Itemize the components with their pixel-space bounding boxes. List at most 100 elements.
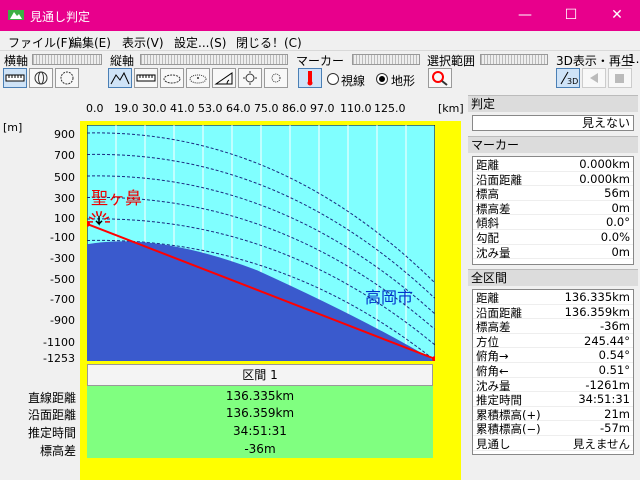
terrain-profile-button[interactable] — [108, 68, 132, 88]
mountain-icon — [110, 71, 130, 85]
sun-alt-button[interactable] — [264, 68, 288, 88]
marker-info-key: 標高 — [476, 187, 499, 202]
selection-range-button[interactable] — [428, 68, 452, 88]
all-info-value: 34:51:31 — [578, 392, 630, 407]
close-button[interactable]: ✕ — [594, 0, 640, 31]
terrain-radio[interactable] — [376, 73, 388, 85]
x-tick-label: 64.0 — [226, 102, 251, 115]
cloud-button[interactable] — [160, 68, 184, 88]
y-tick-label: -300 — [50, 252, 75, 265]
marker-slider[interactable] — [352, 54, 420, 65]
slope-button[interactable] — [212, 68, 236, 88]
all-info-value: -57m — [600, 421, 630, 436]
marker-info-row: 勾配 0.0% — [473, 230, 633, 245]
marker-info-row: 標高 56m — [473, 186, 633, 201]
marker-button[interactable] — [298, 68, 322, 88]
all-info-row: 累積標高(−) -57m — [473, 421, 633, 436]
title-bar: 見通し判定 — ☐ ✕ — [0, 0, 640, 31]
all-info-value: -1261m — [585, 377, 630, 392]
all-info-key: 沈み量 — [476, 378, 511, 393]
menu-bar: ファイル(F) 編集(E) 表示(V) 設定...(S) 閉じる！(C) — [0, 31, 640, 51]
menu-edit[interactable]: 編集(E) — [70, 34, 111, 51]
sun-dotted-icon — [271, 73, 281, 83]
start-location-label: 聖ヶ鼻 — [91, 189, 142, 209]
ruler-icon — [5, 74, 25, 82]
horizontal-axis-slider[interactable] — [32, 54, 102, 65]
minimize-button[interactable]: — — [502, 0, 548, 31]
marker-header: マーカー — [468, 136, 638, 153]
marker-info-row: 沿面距離 0.000km — [473, 172, 633, 187]
y-tick-label: 500 — [54, 171, 75, 184]
selection-range-label: 選択範囲 — [427, 54, 476, 68]
y-tick-label: 300 — [54, 192, 75, 205]
vertical-axis-slider[interactable] — [140, 54, 288, 65]
marker-info-value: 0.000km — [579, 171, 630, 186]
globe-dotted-icon — [60, 71, 74, 85]
all-info-key: 累積標高(+) — [476, 407, 541, 422]
x-tick-label: 110.0 — [340, 102, 372, 115]
all-info-row: 推定時間 34:51:31 — [473, 392, 633, 407]
play-back-button[interactable] — [582, 68, 606, 88]
menu-file[interactable]: ファイル(F) — [8, 34, 72, 51]
all-info-key: 沿面距離 — [476, 305, 522, 320]
all-info-value: 136.359km — [564, 304, 630, 319]
sun-button[interactable] — [238, 68, 262, 88]
all-info-value: 見えません — [572, 436, 630, 451]
result-value-estimated-time: 34:51:31 — [233, 424, 287, 438]
terrain-radio-label: 地形 — [391, 74, 416, 88]
globe-alt-button[interactable] — [55, 68, 79, 88]
judgement-header: 判定 — [468, 95, 638, 112]
menu-view[interactable]: 表示(V) — [122, 34, 164, 51]
all-info-value: 0.51° — [598, 362, 630, 377]
all-info-value: 0.54° — [598, 348, 630, 363]
cloud-icon — [163, 74, 181, 84]
magnifier-icon — [432, 71, 448, 86]
x-tick-label: 97.0 — [310, 102, 335, 115]
marker-info-box: 距離 0.000km 沿面距離 0.000km 標高 56m 標高差 0m 傾斜 0.0° 勾配 0.… — [472, 156, 634, 265]
app-icon — [8, 10, 24, 20]
all-info-key: 俯角→ — [476, 349, 509, 364]
result-label-estimated-time: 推定時間 — [27, 426, 76, 440]
view3d-button[interactable]: 3D — [556, 68, 580, 88]
ruler-h-button[interactable] — [3, 68, 27, 88]
sightline-radio[interactable] — [327, 73, 339, 85]
slope-icon — [214, 72, 233, 85]
all-info-row: 沈み量 -1261m — [473, 378, 633, 393]
maximize-button[interactable]: ☐ — [548, 0, 594, 31]
all-info-row: 見通し 見えません — [473, 436, 633, 451]
menu-settings[interactable]: 設定...(S) — [174, 34, 226, 51]
all-info-row: 累積標高(+) 21m — [473, 407, 633, 422]
x-tick-label: 86.0 — [282, 102, 307, 115]
x-tick-label: 0.0 — [86, 102, 104, 115]
cloud-alt-button[interactable] — [186, 68, 210, 88]
menu-close[interactable]: 閉じる！(C) — [236, 34, 302, 51]
marker-info-row: 距離 0.000km — [473, 157, 633, 172]
y-tick-label: -1253 — [43, 352, 75, 365]
selection-range-slider[interactable] — [480, 54, 548, 65]
info-panel: 判定 見えない マーカー 距離 0.000km 沿面距離 0.000km 標高 56m 標高… — [466, 93, 640, 480]
toolbar: 横軸 縦軸 マーカー 視線 地形 選択範囲 3D表示・再生 1. 3D — [0, 51, 640, 93]
result-label-elevation-diff: 標高差 — [39, 444, 76, 458]
ruler-v-button[interactable] — [134, 68, 158, 88]
view3d-icon-text: 3D — [567, 77, 578, 86]
thermometer-icon — [307, 71, 313, 86]
stop-button[interactable] — [608, 68, 632, 88]
marker-info-row: 沈み量 0m — [473, 245, 633, 260]
stop-icon — [615, 74, 624, 83]
marker-info-value: 0m — [611, 244, 630, 259]
marker-info-key: 勾配 — [476, 230, 499, 245]
marker-info-value: 0.000km — [579, 157, 630, 171]
marker-info-value: 0.0° — [605, 215, 630, 230]
all-info-key: 累積標高(−) — [476, 422, 541, 437]
globe-button[interactable] — [29, 68, 53, 88]
y-tick-label: -1100 — [43, 336, 75, 349]
all-section-info-box: 距離 136.335km 沿面距離 136.359km 標高差 -36m 方位 245.44°… — [472, 289, 634, 455]
section-title-bar[interactable]: 区間 1 — [87, 364, 433, 386]
rewind-icon — [590, 73, 598, 83]
vertical-axis-label: 縦軸 — [110, 54, 135, 68]
x-tick-label: 125.0 — [374, 102, 406, 115]
end-location-label: 高岡市 — [365, 288, 413, 307]
profile-plot[interactable]: 聖ヶ鼻高岡市 — [87, 125, 435, 361]
view3d-label: 3D表示・再生 — [556, 54, 633, 68]
result-value-direct-distance: 136.335km — [225, 389, 295, 403]
